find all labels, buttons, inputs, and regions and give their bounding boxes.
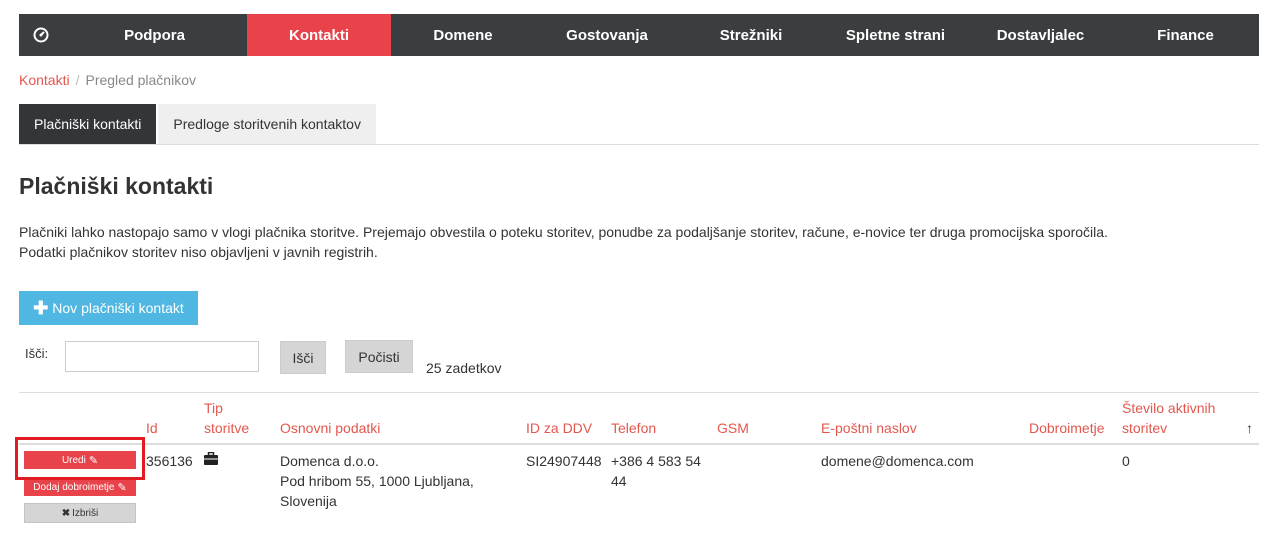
page-description: Plačniki lahko nastopajo samo v vlogi pl… xyxy=(19,222,1108,262)
page-description-line-1: Plačniki lahko nastopajo samo v vlogi pl… xyxy=(19,224,1108,240)
nav-item-websites[interactable]: Spletne strani xyxy=(823,14,968,56)
nav-item-servers[interactable]: Strežniki xyxy=(679,14,823,56)
delete-button-label: Izbriši xyxy=(72,507,99,519)
briefcase-icon xyxy=(204,451,218,465)
page-title: Plačniški kontakti xyxy=(19,173,214,199)
search-input[interactable] xyxy=(65,341,259,372)
new-payer-contact-button[interactable]: ✚ Nov plačniški kontakt xyxy=(19,291,198,325)
cell-active-services: 0 xyxy=(1122,453,1130,469)
search-button[interactable]: Išči xyxy=(280,341,326,374)
cell-basic-data: Domenca d.o.o. Pod hribom 55, 1000 Ljubl… xyxy=(280,451,474,511)
column-header-active-services-line-2: storitev xyxy=(1122,420,1168,436)
cell-id: 356136 xyxy=(146,453,193,469)
cell-email: domene@domenca.com xyxy=(821,453,974,469)
column-header-email[interactable]: E-poštni naslov xyxy=(821,418,917,438)
column-header-credit[interactable]: Dobroimetje xyxy=(1029,418,1104,438)
home-button[interactable] xyxy=(19,14,62,56)
plus-icon: ✚ xyxy=(33,297,49,318)
pencil-icon: ✎ xyxy=(117,481,127,494)
cell-basic-data-line-3: Slovenija xyxy=(280,493,337,509)
main-navigation: Podpora Kontakti Domene Gostovanja Strež… xyxy=(19,14,1259,56)
breadcrumb-contacts-link[interactable]: Kontakti xyxy=(19,72,70,88)
cell-basic-data-line-1: Domenca d.o.o. xyxy=(280,453,379,469)
table-top-divider xyxy=(19,392,1259,393)
column-header-active-services-line-1: Število aktivnih xyxy=(1122,400,1216,416)
sort-arrow-up-icon[interactable]: ↑ xyxy=(1246,420,1253,436)
add-credit-button[interactable]: Dodaj dobroimetje ✎ xyxy=(24,478,136,496)
cell-vat-id: SI24907448 xyxy=(526,453,602,469)
search-label: Išči: xyxy=(25,346,49,361)
column-header-active-services[interactable]: Število aktivnih storitev xyxy=(1122,398,1215,438)
nav-item-finance[interactable]: Finance xyxy=(1113,14,1258,56)
breadcrumb: Kontakti / Pregled plačnikov xyxy=(19,72,196,88)
nav-item-support[interactable]: Podpora xyxy=(62,14,247,56)
tab-bar: Plačniški kontakti Predloge storitvenih … xyxy=(19,104,378,144)
cell-phone-line-1: +386 4 583 54 xyxy=(611,453,701,469)
table-header-divider xyxy=(19,443,1259,445)
column-header-service-type-line-2: storitve xyxy=(204,420,250,436)
result-count: 25 zadetkov xyxy=(426,360,502,376)
clear-button[interactable]: Počisti xyxy=(345,340,413,373)
nav-item-contacts[interactable]: Kontakti xyxy=(247,14,391,56)
dashboard-icon xyxy=(33,27,48,43)
column-header-service-type[interactable]: Tip storitve xyxy=(204,398,249,438)
tab-service-contact-templates[interactable]: Predloge storitvenih kontaktov xyxy=(158,104,376,144)
column-header-id[interactable]: Id xyxy=(146,418,158,438)
cell-phone: +386 4 583 54 44 xyxy=(611,451,701,491)
delete-button[interactable]: ✖ Izbriši xyxy=(24,503,136,523)
nav-item-hosting[interactable]: Gostovanja xyxy=(535,14,679,56)
column-header-basic-data[interactable]: Osnovni podatki xyxy=(280,418,380,438)
column-header-gsm[interactable]: GSM xyxy=(717,418,749,438)
close-icon: ✖ xyxy=(61,507,71,519)
cell-phone-line-2: 44 xyxy=(611,473,627,489)
column-header-vat-id[interactable]: ID za DDV xyxy=(526,418,592,438)
new-payer-contact-label: Nov plačniški kontakt xyxy=(52,300,184,316)
nav-item-domains[interactable]: Domene xyxy=(391,14,535,56)
cell-service-type xyxy=(204,450,218,470)
tab-payer-contacts[interactable]: Plačniški kontakti xyxy=(19,104,157,144)
edit-button-highlight xyxy=(15,437,145,480)
column-header-phone[interactable]: Telefon xyxy=(611,418,656,438)
column-header-service-type-line-1: Tip xyxy=(204,400,223,416)
breadcrumb-current: Pregled plačnikov xyxy=(85,72,196,88)
tab-divider xyxy=(19,144,1259,145)
cell-basic-data-line-2: Pod hribom 55, 1000 Ljubljana, xyxy=(280,473,474,489)
add-credit-button-label: Dodaj dobroimetje xyxy=(33,481,115,493)
page-description-line-2: Podatki plačnikov storitev niso objavlje… xyxy=(19,244,378,260)
breadcrumb-separator: / xyxy=(75,72,80,88)
nav-item-delivery[interactable]: Dostavljalec xyxy=(968,14,1113,56)
